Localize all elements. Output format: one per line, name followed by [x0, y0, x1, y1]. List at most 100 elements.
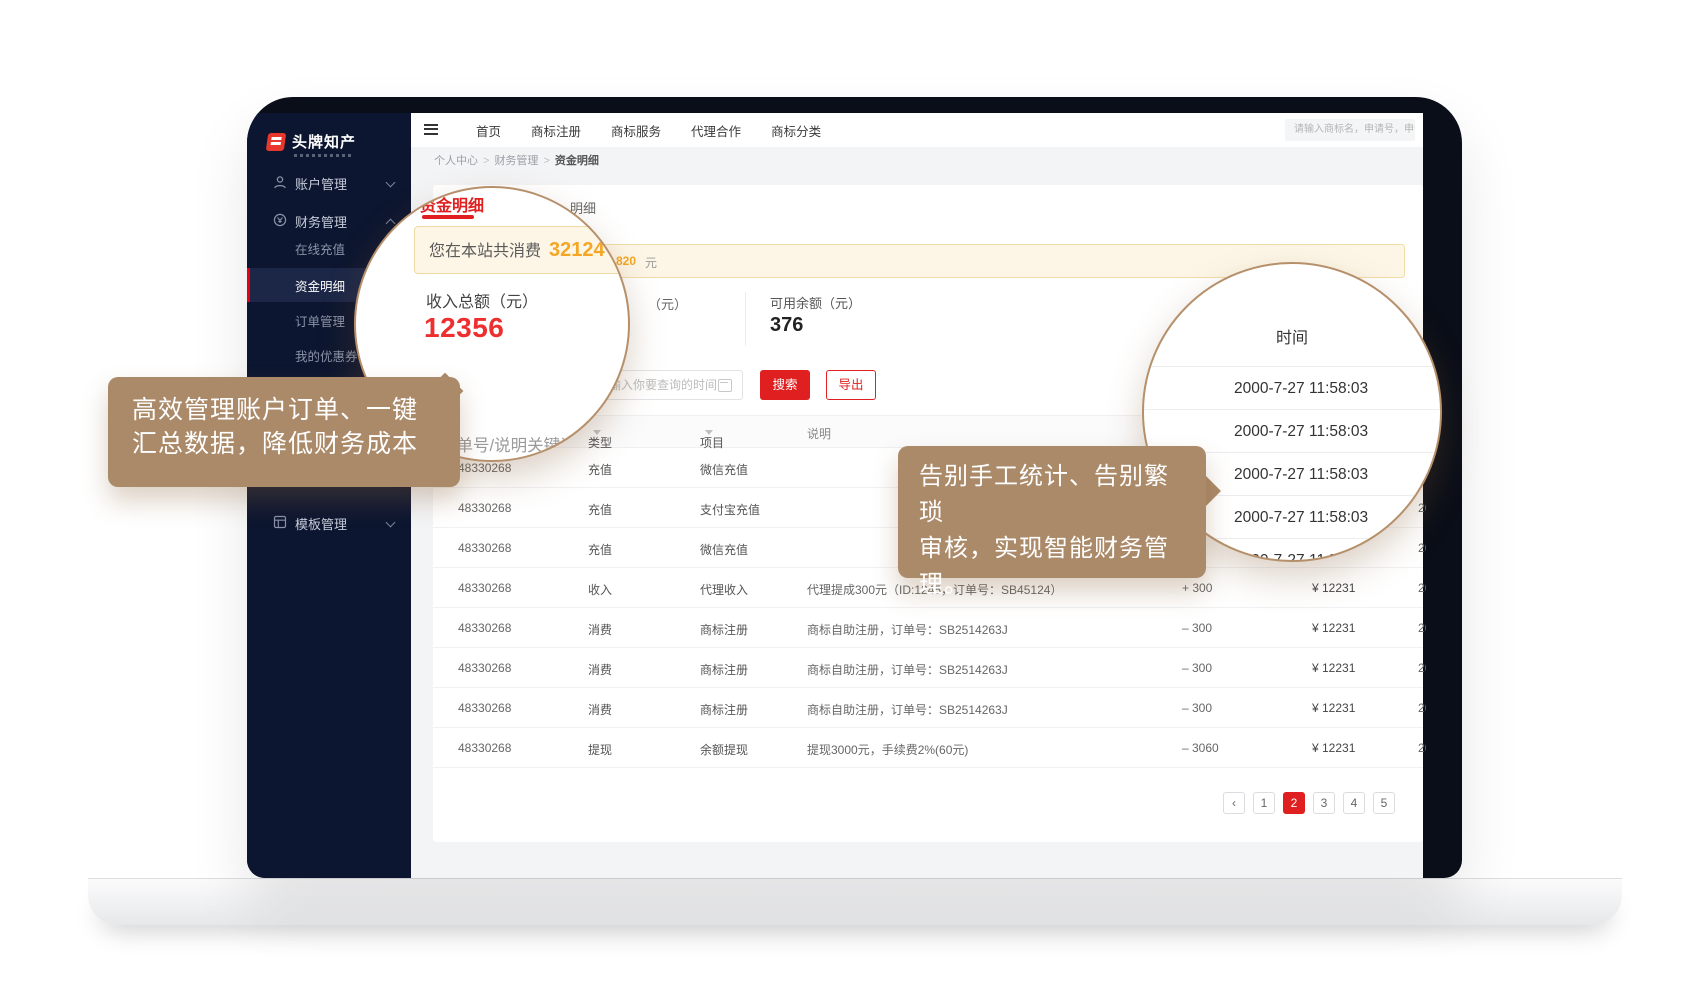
page-button[interactable]: 4	[1343, 792, 1365, 814]
search-input[interactable]: 请输入商标名，申请号，申请人	[1285, 119, 1415, 141]
cell-balance: ¥ 12231	[1312, 581, 1355, 595]
cell-balance: ¥ 12231	[1312, 741, 1355, 755]
export-button[interactable]: 导出	[826, 370, 876, 400]
app-logo[interactable]: 头牌知产	[267, 131, 356, 152]
breadcrumb-item[interactable]: 财务管理	[494, 155, 538, 167]
magnified-notice-amount: 32124	[549, 239, 605, 261]
table-row: 48330268 消费 商标注册 商标自助注册，订单号：SB2514263J –…	[433, 688, 1423, 728]
nav-trademark-category[interactable]: 商标分类	[771, 121, 821, 140]
cell-time-clipped: 2000-7-27 11:58:03	[1418, 741, 1426, 755]
magnified-time-value: 2000-7-27 11:58:03	[1144, 366, 1440, 409]
cell-order: 48330268	[458, 621, 511, 635]
calendar-icon[interactable]	[718, 379, 732, 392]
magnified-tab-label: 资金明细	[420, 192, 484, 216]
cell-type: 消费	[588, 661, 612, 678]
header-desc: 说明	[807, 425, 1177, 442]
topbar: 首页 商标注册 商标服务 代理合作 商标分类 请输入商标名，申请号，申请人	[411, 113, 1423, 148]
magnified-income-label: 收入总额（元）	[426, 288, 538, 312]
cell-amount: – 3060	[1182, 741, 1219, 755]
table-row: 48330268 提现 余额提现 提现3000元，手续费2%(60元) – 30…	[433, 728, 1423, 768]
finance-icon	[273, 213, 287, 227]
cell-type: 充值	[588, 501, 612, 518]
page-button[interactable]: 3	[1313, 792, 1335, 814]
cell-type: 充值	[588, 461, 612, 478]
header-item[interactable]: 项目	[700, 425, 713, 439]
cell-time-clipped: 2000-7-27 11:58:03	[1418, 661, 1426, 675]
laptop-base	[88, 878, 1622, 925]
breadcrumb-separator: >	[483, 155, 489, 167]
tooltip-right-line1: 告别手工统计、告别繁琐	[919, 459, 1185, 531]
magnified-income-value: 12356	[424, 312, 504, 344]
chevron-down-icon	[386, 518, 396, 528]
prev-page-button[interactable]: ‹	[1223, 792, 1245, 814]
tooltip-left-line2: 汇总数据，降低财务成本	[132, 427, 436, 461]
cell-time-clipped: 2000-7-27 11:58:03	[1418, 621, 1426, 635]
tooltip-left-line1: 高效管理账户订单、一键	[132, 393, 436, 427]
cell-item: 微信充值	[700, 541, 748, 558]
sidebar-item-finance[interactable]: 财务管理	[247, 209, 411, 233]
cell-item: 微信充值	[700, 461, 748, 478]
cell-item: 商标注册	[700, 701, 748, 718]
cell-balance: ¥ 12231	[1312, 661, 1355, 675]
tooltip-right-line2: 审核，实现智能财务管	[919, 531, 1185, 567]
cell-desc: 商标自助注册，订单号：SB2514263J	[807, 701, 1177, 718]
cell-balance: ¥ 12231	[1312, 701, 1355, 715]
page-button[interactable]: 1	[1253, 792, 1275, 814]
breadcrumb: 个人中心 > 财务管理 > 资金明细	[434, 152, 599, 168]
notice-unit: 元	[645, 254, 657, 271]
cell-order: 48330268	[458, 461, 511, 475]
template-icon	[273, 515, 287, 529]
cell-amount: – 300	[1182, 621, 1212, 635]
search-button[interactable]: 搜索	[760, 370, 810, 400]
cell-item: 代理收入	[700, 581, 748, 598]
cell-time-clipped: 2000-7-27 11:58:03	[1418, 701, 1426, 715]
cell-desc: 提现3000元，手续费2%(60元)	[807, 741, 1177, 758]
breadcrumb-separator: >	[543, 155, 549, 167]
magnified-time-header: 时间	[1144, 324, 1440, 348]
pagination: ‹ 1 2 3 4 5	[1223, 792, 1395, 814]
magnified-notice-bar: 您在本站共消费 32124	[414, 226, 630, 274]
sidebar-item-account[interactable]: 账户管理	[247, 171, 411, 195]
cell-time-clipped: 2000-7-27 11:58:03	[1418, 581, 1426, 595]
top-nav: 首页 商标注册 商标服务 代理合作 商标分类	[476, 113, 821, 147]
breadcrumb-item[interactable]: 个人中心	[434, 155, 478, 167]
sidebar-active-marker	[247, 268, 250, 302]
nav-agent-cooperation[interactable]: 代理合作	[691, 121, 741, 140]
menu-icon[interactable]	[424, 124, 438, 135]
tooltip-left: 高效管理账户订单、一键 汇总数据，降低财务成本	[108, 377, 460, 487]
cell-type: 消费	[588, 701, 612, 718]
page-button[interactable]: 2	[1283, 792, 1305, 814]
cell-amount: + 300	[1182, 581, 1212, 595]
cell-type: 收入	[588, 581, 612, 598]
nav-trademark-service[interactable]: 商标服务	[611, 121, 661, 140]
stat-expense-label-fragment: （元）	[648, 294, 687, 313]
table-row: 48330268 消费 商标注册 商标自助注册，订单号：SB2514263J –…	[433, 608, 1423, 648]
header-type[interactable]: 类型	[588, 425, 601, 439]
logo-text: 头牌知产	[292, 131, 356, 152]
cell-type: 充值	[588, 541, 612, 558]
nav-trademark-register[interactable]: 商标注册	[531, 121, 581, 140]
page-button[interactable]: 5	[1373, 792, 1395, 814]
cell-order: 48330268	[458, 661, 511, 675]
breadcrumb-current: 资金明细	[555, 155, 599, 167]
tooltip-right: 告别手工统计、告别繁琐 审核，实现智能财务管 理。	[898, 446, 1206, 578]
magnified-order-header: 订单号/说明关键词	[440, 432, 577, 456]
sidebar: 头牌知产 账户管理 财务管理 在线充值	[247, 113, 411, 878]
sidebar-item-template[interactable]: 模板管理	[247, 511, 411, 535]
user-icon	[273, 175, 287, 189]
cell-order: 48330268	[458, 741, 511, 755]
nav-home[interactable]: 首页	[476, 121, 501, 140]
cell-amount: – 300	[1182, 701, 1212, 715]
cell-desc: 商标自助注册，订单号：SB2514263J	[807, 661, 1177, 678]
cell-type: 消费	[588, 621, 612, 638]
cell-order: 48330268	[458, 701, 511, 715]
stat-balance-value: 376	[770, 314, 803, 337]
chevron-down-icon	[386, 178, 396, 188]
tooltip-right-line3: 理。	[919, 567, 1185, 603]
magnified-notice-text: 您在本站共消费	[429, 243, 541, 260]
stat-balance-label: 可用余额（元）	[770, 293, 861, 312]
logo-subtext	[294, 154, 354, 157]
stat-divider	[745, 292, 746, 346]
logo-icon	[266, 133, 287, 151]
cell-amount: – 300	[1182, 661, 1212, 675]
